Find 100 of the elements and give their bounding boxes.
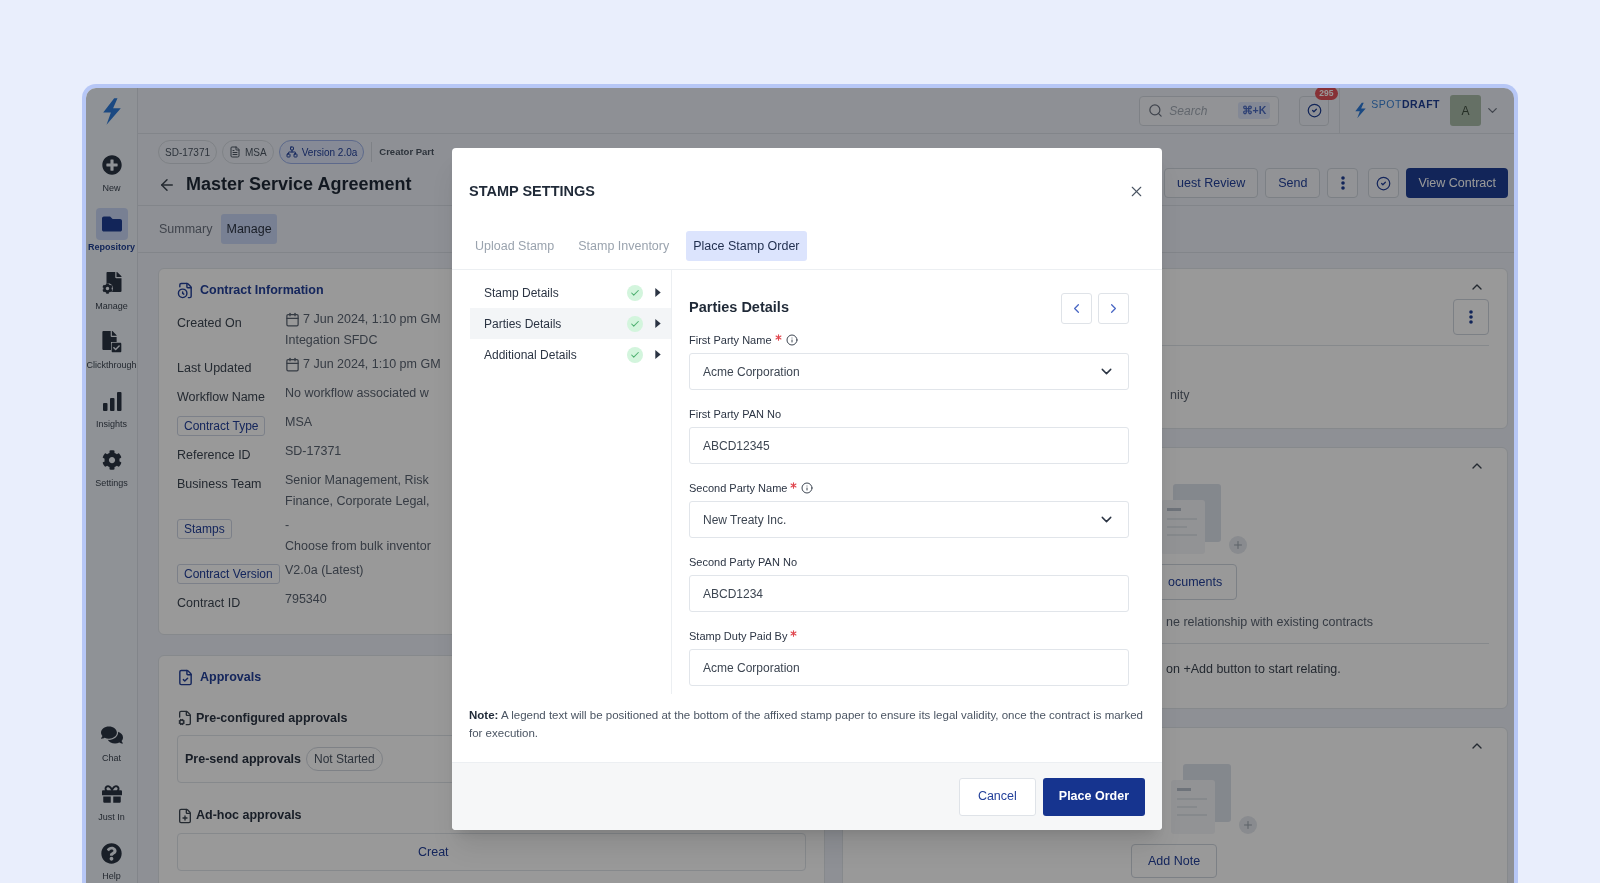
sidebar-item[interactable]: New: [86, 149, 138, 194]
contract-title: Master Service Agreement: [186, 173, 412, 196]
sidebar-item[interactable]: Help: [86, 837, 138, 882]
approval-label: Pre-send approvals: [185, 750, 301, 768]
field-value: 7 Jun 2024, 1:10 pm GM: [303, 355, 441, 373]
section-title: Ad-hoc approvals: [196, 807, 302, 825]
empty-state-illustration: [1171, 764, 1231, 834]
sidebar-item[interactable]: Clickthrough: [86, 326, 138, 371]
dialog-tab[interactable]: Place Stamp Order: [686, 231, 807, 261]
check-circle-icon: [1306, 103, 1322, 118]
sidebar-item[interactable]: Repository: [86, 208, 138, 253]
calendar-icon: [285, 311, 300, 327]
dialog-tab[interactable]: Upload Stamp: [468, 231, 562, 261]
input-field[interactable]: Acme Corporation: [689, 649, 1129, 686]
cancel-button[interactable]: Cancel: [958, 777, 1036, 816]
relationship-description: ne relationship with existing contracts: [1166, 615, 1374, 629]
field-label: Second Party Name: [689, 480, 788, 496]
more-options-button[interactable]: [1453, 299, 1489, 335]
lightning-logo-icon: [100, 97, 123, 125]
field-label: Reference ID: [177, 447, 251, 462]
caret-right-icon: [655, 350, 661, 359]
sidebar-item[interactable]: Just In: [86, 778, 138, 823]
check-circle-icon: [1376, 175, 1392, 191]
step-item[interactable]: Stamp Details: [470, 277, 671, 308]
sidebar-item[interactable]: Settings: [86, 444, 138, 489]
add-note-button[interactable]: Add Note: [1131, 844, 1218, 878]
branch-icon: [285, 146, 298, 158]
document-plus-icon: [177, 807, 193, 824]
field-value: 795340: [285, 590, 327, 608]
document-clock-icon: [177, 281, 194, 299]
caret-right-icon: [655, 288, 661, 297]
step-item[interactable]: Additional Details: [470, 339, 671, 370]
field-value: Senior Management, Risk: [285, 471, 429, 489]
action-button[interactable]: Send: [1265, 168, 1321, 198]
page-tab[interactable]: Summary: [154, 214, 218, 244]
field-tag[interactable]: Contract Type: [177, 415, 266, 436]
create-link[interactable]: Creat: [418, 842, 449, 862]
folder-icon: [101, 214, 122, 234]
field-label: Created On: [177, 315, 242, 330]
sidebar-item[interactable]: Manage: [86, 267, 138, 312]
field-value: 7 Jun 2024, 1:10 pm GM: [303, 310, 441, 328]
field-value: Finance, Corporate Legal,: [285, 492, 430, 510]
field-label: Second Party PAN No: [689, 554, 797, 570]
gift-icon: [101, 784, 122, 804]
creator-party-label: Creator Part: [379, 144, 435, 159]
field-value: Integation SFDC: [285, 331, 378, 349]
field-value: No workflow associated w: [285, 384, 429, 402]
more-options-button[interactable]: [1327, 168, 1359, 198]
step-item[interactable]: Parties Details: [470, 308, 671, 339]
brand-logo-text: SPOTDRAFT: [1371, 97, 1440, 112]
field-value: Choose from bulk inventor: [285, 537, 431, 555]
caret-right-icon: [655, 319, 661, 328]
dropdown-field[interactable]: Acme Corporation: [689, 353, 1129, 390]
vertical-dots-icon: [1469, 310, 1473, 324]
lightning-logo-icon: [1354, 102, 1368, 119]
dropdown-field[interactable]: New Treaty Inc.: [689, 501, 1129, 538]
section-title: Parties Details: [689, 298, 789, 318]
user-avatar[interactable]: A: [1450, 95, 1481, 126]
document-check-icon: [101, 331, 122, 353]
notification-badge: 295: [1315, 88, 1338, 100]
field-tag[interactable]: Stamps: [177, 518, 232, 539]
document-check-icon: [177, 668, 194, 686]
calendar-icon: [285, 356, 300, 372]
legal-note: Note: A legend text will be positioned at the bottom of the affixed stamp paper to ensure its legal validity, once the contract is marked for execution.: [469, 708, 1144, 741]
field-value: -: [285, 516, 290, 534]
input-field[interactable]: ABCD12345: [689, 427, 1129, 464]
field-value: SD-17371: [285, 442, 342, 460]
dialog-tab[interactable]: Stamp Inventory: [571, 231, 677, 261]
field-label: First Party Name: [689, 332, 772, 348]
field-label: Business Team: [177, 476, 262, 491]
place-order-button[interactable]: Place Order: [1042, 777, 1145, 816]
chat-bubbles-icon: [100, 725, 123, 745]
sidebar-item[interactable]: Insights: [86, 385, 138, 430]
field-label: Contract ID: [177, 595, 241, 610]
dialog-title: STAMP SETTINGS: [469, 182, 595, 201]
field-value: V2.0a (Latest): [285, 561, 364, 579]
shortcut-key: ⌘+K: [1237, 101, 1271, 120]
input-field[interactable]: ABCD1234: [689, 575, 1129, 612]
document-gear-icon: [177, 709, 193, 726]
vertical-dots-icon: [1340, 176, 1345, 190]
view-contract-button[interactable]: View Contract: [1406, 168, 1508, 198]
bar-chart-icon: [101, 391, 122, 411]
check-button[interactable]: [1368, 168, 1400, 198]
search-icon: [1148, 103, 1164, 118]
action-button[interactable]: uest Review: [1164, 168, 1259, 198]
settings-icon: [101, 450, 122, 470]
field-label: Last Updated: [177, 360, 252, 375]
panel-title: Approvals: [200, 668, 262, 686]
field-label: Stamp Duty Paid By: [689, 628, 788, 644]
tag-chip: Version 2.0a: [278, 140, 365, 164]
field-tag[interactable]: Contract Version: [177, 563, 280, 584]
sidebar-item[interactable]: Chat: [86, 719, 138, 764]
field-label: Workflow Name: [177, 389, 265, 404]
panel-title: Contract Information: [200, 282, 324, 299]
detail-value: nity: [1170, 388, 1190, 402]
document-gear-icon: [101, 272, 122, 294]
document-icon: [229, 146, 242, 158]
relating-hint: on +Add button to start relating.: [1166, 662, 1341, 676]
page-tab[interactable]: Manage: [221, 214, 277, 244]
field-value: MSA: [285, 413, 313, 431]
